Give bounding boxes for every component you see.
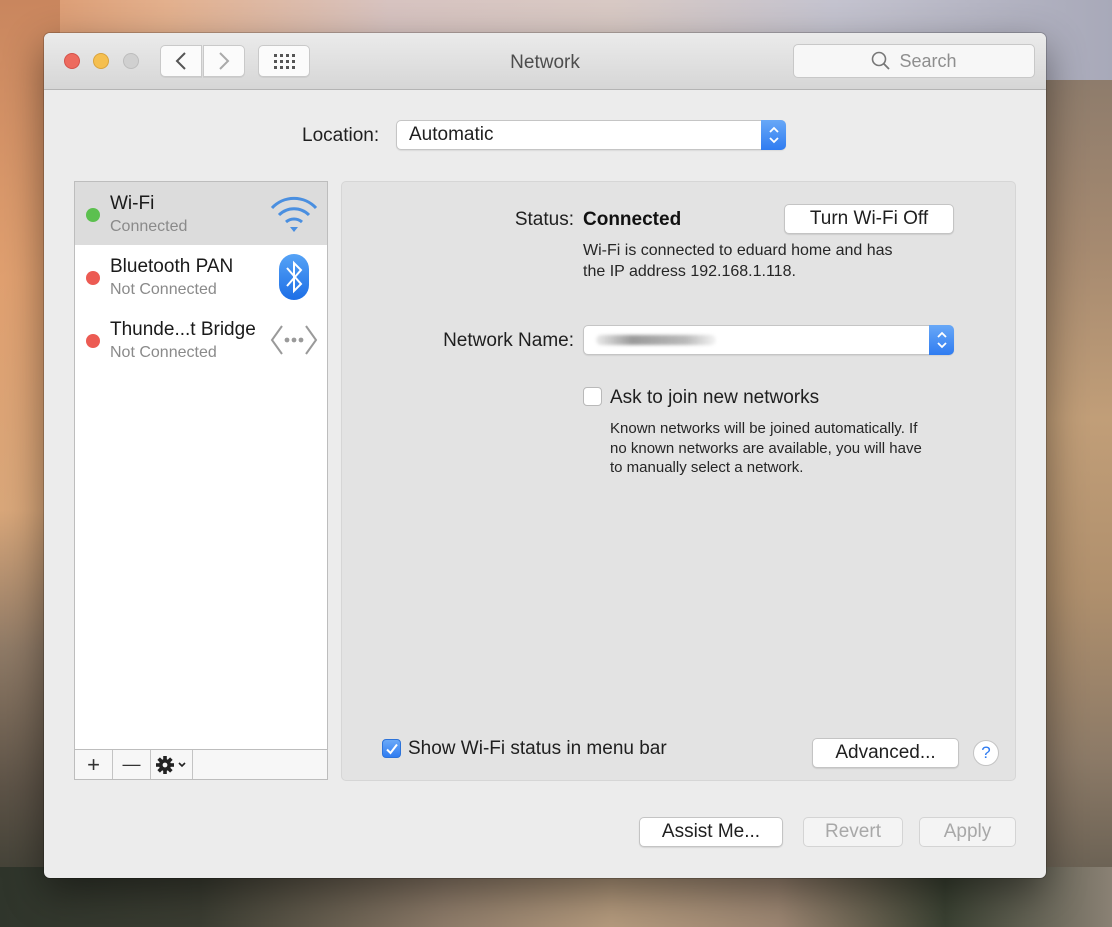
ask-join-label[interactable]: Ask to join new networks [610,387,819,409]
location-stepper[interactable] [761,120,786,150]
apply-button[interactable]: Apply [919,817,1016,847]
wifi-icon [269,190,319,238]
ask-join-description: Known networks will be joined automatica… [610,419,922,478]
service-item-thunderbolt-bridge[interactable]: Thunde...t Bridge Not Connected [75,308,327,371]
action-menu-button[interactable] [151,750,193,779]
title-bar: Network Search [44,33,1046,90]
help-button[interactable]: ? [973,740,999,766]
network-name-stepper[interactable] [929,325,954,355]
service-status: Not Connected [110,281,217,298]
search-field[interactable]: Search [793,44,1035,78]
checkmark-icon [385,743,398,755]
service-item-wifi[interactable]: Wi-Fi Connected [75,182,327,245]
network-name-label: Network Name: [443,330,574,351]
ask-join-description-line: no known networks are available, you wil… [610,439,922,457]
show-wifi-status-label[interactable]: Show Wi-Fi status in menu bar [408,738,667,760]
status-dot [86,208,100,222]
location-popup[interactable]: Automatic [396,120,786,150]
gear-icon [155,755,186,774]
magnifier-icon [872,51,891,70]
revert-button[interactable]: Revert [803,817,903,847]
search-placeholder: Search [899,50,957,71]
status-description-line: the IP address 192.168.1.118. [583,263,796,280]
bluetooth-icon [269,253,319,301]
status-value: Connected [583,209,682,230]
service-list-toolbar: + — [75,749,327,779]
network-name-popup[interactable] [583,325,954,355]
network-preferences-window: Network Search Location: Automatic Wi-Fi… [44,33,1046,878]
show-wifi-status-checkbox[interactable] [382,739,401,758]
detail-panel: Status: Connected Turn Wi-Fi Off Wi-Fi i… [341,181,1016,781]
service-item-bluetooth-pan[interactable]: Bluetooth PAN Not Connected [75,245,327,308]
add-service-button[interactable]: + [75,750,113,779]
thunderbolt-bridge-icon [269,316,319,364]
status-dot [86,271,100,285]
ask-join-checkbox[interactable] [583,387,602,406]
service-name: Thunde...t Bridge [110,319,256,340]
up-down-arrows-icon [768,126,779,144]
status-dot [86,334,100,348]
service-name: Bluetooth PAN [110,256,234,277]
ask-join-description-line: Known networks will be joined automatica… [610,420,918,437]
status-label: Status: [514,209,574,230]
turn-wifi-off-button[interactable]: Turn Wi-Fi Off [784,204,954,234]
assist-me-button[interactable]: Assist Me... [639,817,783,847]
network-name-value-redacted [596,335,716,345]
service-name: Wi-Fi [110,193,155,214]
service-status: Connected [110,218,188,235]
remove-service-button[interactable]: — [113,750,151,779]
ask-join-description-line: to manually select a network. [610,459,804,476]
advanced-button[interactable]: Advanced... [812,738,959,768]
location-value: Automatic [409,124,494,145]
location-label: Location: [302,125,380,146]
status-description-line: Wi-Fi is connected to eduard home and ha… [583,242,893,259]
status-description: Wi-Fi is connected to eduard home and ha… [583,240,893,282]
service-status: Not Connected [110,344,217,361]
service-list: Wi-Fi Connected Bluetooth PAN Not Connec… [74,181,328,780]
up-down-arrows-icon [936,331,947,349]
